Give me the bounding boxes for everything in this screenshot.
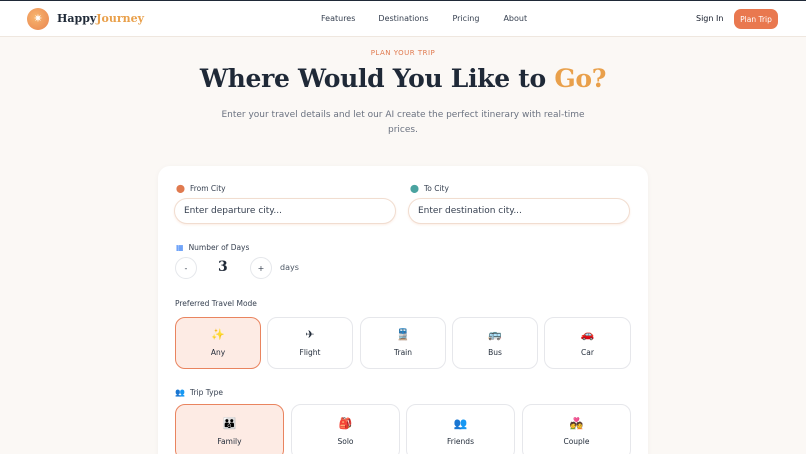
- days-label-row: ▦ Number of Days: [176, 243, 249, 252]
- sun-logo-icon: ✷: [27, 7, 49, 30]
- travel-mode-flight[interactable]: ✈ Flight: [267, 317, 353, 369]
- to-city-label-row: ⬤ To City: [410, 184, 449, 193]
- trip-type-label-solo: Solo: [337, 437, 354, 446]
- trip-type-solo[interactable]: 🎒 Solo: [291, 404, 400, 454]
- trip-type-label: Trip Type: [189, 388, 223, 397]
- increase-days-button[interactable]: +: [250, 257, 272, 279]
- top-navbar: ✷ HappyJourney Features Destinations Pri…: [0, 0, 806, 37]
- trip-type-friends[interactable]: 👥 Friends: [406, 404, 515, 454]
- brand-name: HappyJourney: [57, 12, 144, 25]
- plan-trip-button[interactable]: Plan Trip: [734, 9, 778, 29]
- from-city-label-row: ⬤ From City: [176, 184, 226, 193]
- trip-type-label-couple: Couple: [563, 437, 590, 446]
- family-icon: 👪: [222, 417, 237, 430]
- sign-in-link[interactable]: Sign In: [696, 14, 723, 23]
- main-nav: Features Destinations Pricing About: [321, 14, 527, 23]
- backpack-icon: 🎒: [338, 417, 353, 430]
- travel-mode-label-flight: Flight: [299, 348, 321, 357]
- trip-type-label-row: 👥 Trip Type: [175, 388, 223, 397]
- days-value: 3: [218, 259, 228, 275]
- friends-icon: 👥: [453, 417, 468, 430]
- travel-mode-label-bus: Bus: [488, 348, 502, 357]
- train-icon: 🚆: [396, 328, 410, 341]
- from-city-label: From City: [189, 184, 226, 193]
- nav-link-about[interactable]: About: [503, 14, 527, 23]
- to-city-field[interactable]: [408, 198, 630, 224]
- plane-icon: ✈: [305, 328, 315, 341]
- days-unit-label: days: [280, 263, 299, 272]
- travel-mode-train[interactable]: 🚆 Train: [360, 317, 446, 369]
- calendar-icon: ▦: [176, 243, 184, 252]
- to-city-input[interactable]: [418, 206, 620, 216]
- sparkles-icon: ✨: [211, 328, 225, 341]
- page-title-main: Where Would You Like to: [199, 64, 555, 93]
- trip-type-label-friends: Friends: [447, 437, 474, 446]
- travel-mode-label-any: Any: [210, 348, 226, 357]
- travel-mode-label-train: Train: [394, 348, 412, 357]
- bus-icon: 🚌: [488, 328, 502, 341]
- travel-mode-label: Preferred Travel Mode: [175, 299, 257, 308]
- decrease-days-button[interactable]: -: [175, 257, 197, 279]
- from-city-input[interactable]: [184, 206, 386, 216]
- car-icon: 🚗: [580, 328, 595, 341]
- couple-icon: 💑: [569, 417, 584, 430]
- to-city-label: To City: [423, 184, 449, 193]
- brand-name-part2: Journey: [96, 12, 145, 25]
- trip-type-label-family: Family: [217, 437, 242, 446]
- location-pin-icon: ⬤: [410, 184, 419, 193]
- nav-link-features[interactable]: Features: [321, 14, 355, 23]
- section-eyebrow: PLAN YOUR TRIP: [370, 49, 436, 57]
- days-label: Number of Days: [188, 243, 250, 252]
- trip-type-couple[interactable]: 💑 Couple: [522, 404, 631, 454]
- nav-link-destinations[interactable]: Destinations: [378, 14, 428, 23]
- from-city-field[interactable]: [174, 198, 396, 224]
- location-pin-icon: ⬤: [176, 184, 185, 193]
- trip-type-family[interactable]: 👪 Family: [175, 404, 284, 454]
- nav-link-pricing[interactable]: Pricing: [452, 14, 479, 23]
- brand[interactable]: ✷ HappyJourney: [27, 7, 144, 30]
- travel-mode-label-car: Car: [581, 348, 594, 357]
- page-subtitle: Enter your travel details and let our AI…: [221, 110, 585, 135]
- travel-mode-car[interactable]: 🚗 Car: [544, 317, 631, 369]
- page-title: Where Would You Like to Go?: [0, 64, 806, 93]
- trip-form-card: ⬤ From City ⬤ To City ▦ Number of Days -…: [158, 166, 648, 454]
- brand-name-part1: Happy: [57, 12, 97, 25]
- travel-mode-bus[interactable]: 🚌 Bus: [452, 317, 538, 369]
- people-icon: 👥: [175, 388, 185, 397]
- page-title-accent: Go?: [554, 64, 607, 93]
- travel-mode-any[interactable]: ✨ Any: [175, 317, 261, 369]
